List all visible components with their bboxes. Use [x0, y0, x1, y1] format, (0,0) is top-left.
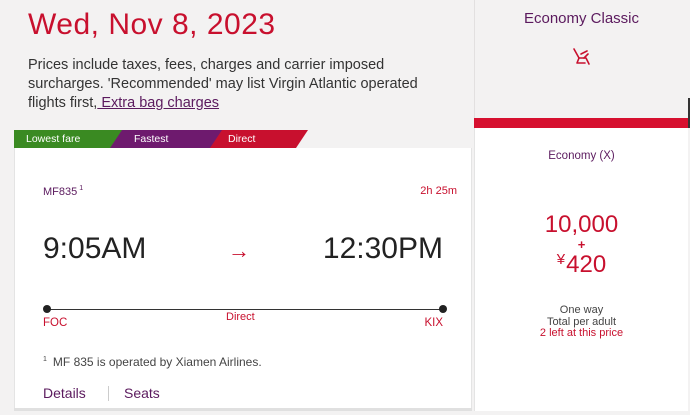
tab-divider: [108, 386, 109, 401]
fare-tax-amount: 420: [566, 251, 607, 278]
departure-time: 9:05AM: [43, 232, 147, 265]
fare-currency: ¥: [556, 251, 566, 268]
price-notice-text: Prices include taxes, fees, charges and …: [28, 57, 418, 111]
fare-tax: ¥420: [475, 251, 688, 279]
flight-tags: Lowest fare Fastest Direct: [14, 130, 314, 148]
date-title: Wed, Nov 8, 2023: [28, 8, 276, 41]
destination-dot: [439, 305, 447, 313]
operator-footnote: 1 MF 835 is operated by Xiamen Airlines.: [43, 355, 262, 369]
stops-label: Direct: [226, 311, 255, 323]
fare-availability: 2 left at this price: [539, 327, 624, 339]
origin-dot: [43, 305, 51, 313]
flight-duration: 2h 25m: [420, 185, 457, 197]
fare-class: Economy (X): [548, 150, 615, 162]
cabin-header: Economy Classic: [474, 0, 688, 118]
destination-code: KIX: [424, 317, 443, 329]
fare-plus: +: [577, 237, 586, 252]
origin-code: FOC: [43, 317, 68, 329]
route-line: [46, 309, 443, 310]
seat-recline-icon: [571, 46, 593, 68]
card-bottom-border: [14, 408, 472, 411]
fare-option[interactable]: Economy (X) 10,000 + ¥420 One way Total …: [474, 128, 688, 411]
tab-seats[interactable]: Seats: [124, 385, 160, 401]
tag-fastest: Fastest: [110, 130, 222, 148]
tag-direct: Direct: [210, 130, 308, 148]
fare-trip-type: One way: [559, 304, 604, 316]
cabin-accent-bar: [474, 118, 688, 128]
flight-number-text: MF835: [43, 186, 78, 198]
tab-details[interactable]: Details: [43, 385, 86, 401]
flight-card: MF835 1 2h 25m 9:05AM → 12:30PM FOC Direc…: [14, 148, 472, 380]
price-notice: Prices include taxes, fees, charges and …: [28, 56, 458, 113]
footnote-text: MF 835 is operated by Xiamen Airlines.: [52, 355, 262, 369]
arrow-right-icon: →: [228, 238, 250, 263]
flight-footnote-ref: 1: [79, 185, 84, 192]
flight-number: MF835 1: [43, 185, 83, 198]
cabin-name: Economy Classic: [523, 10, 640, 27]
fare-miles: 10,000: [544, 211, 619, 238]
card-tabs: Details Seats: [14, 380, 472, 408]
tag-lowest-fare: Lowest fare: [14, 130, 122, 148]
extra-bag-charges-link[interactable]: Extra bag charges: [97, 95, 219, 111]
arrival-time: 12:30PM: [322, 232, 443, 265]
footnote-number: 1: [43, 356, 47, 363]
